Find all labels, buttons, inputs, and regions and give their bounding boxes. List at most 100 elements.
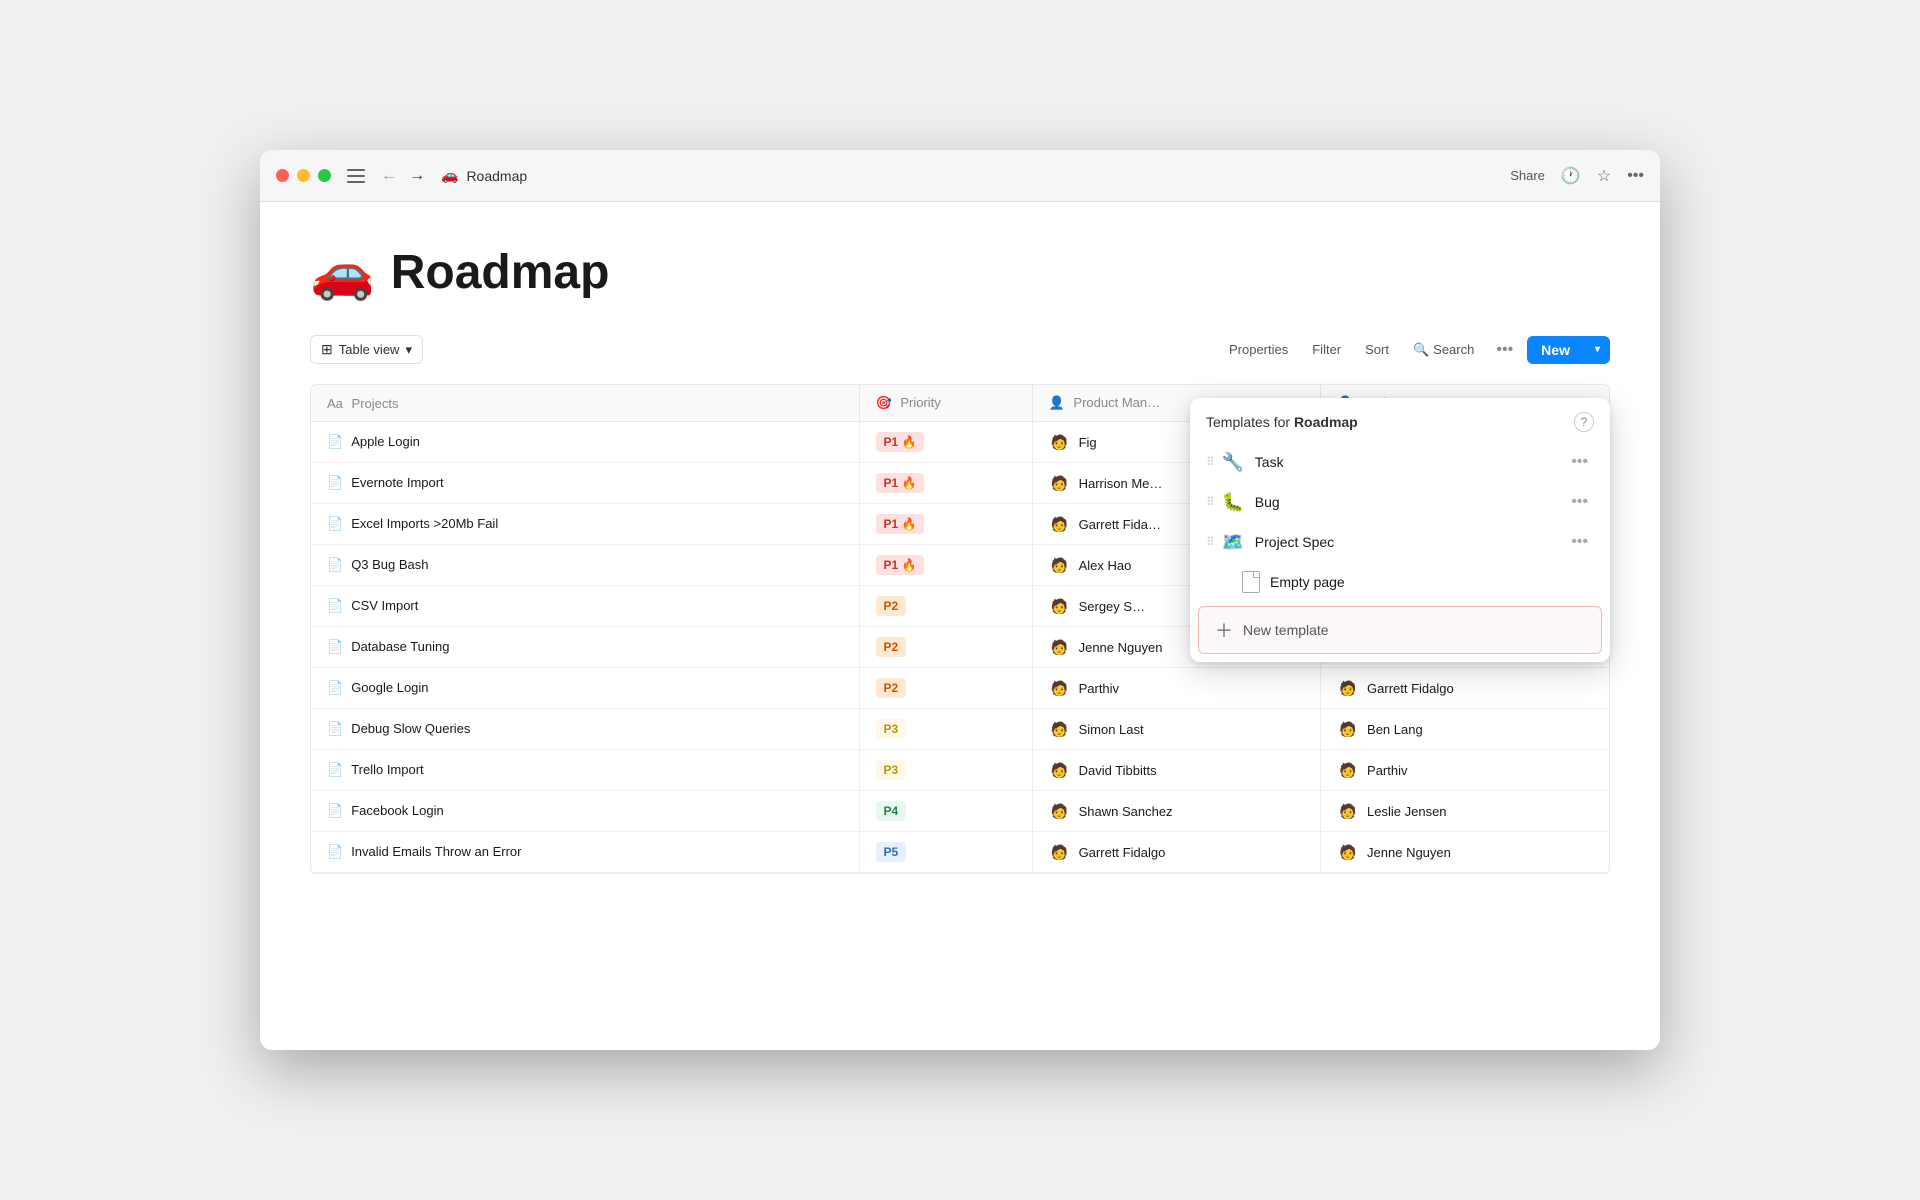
assignee-cell: 🧑Jenne Nguyen [1337, 841, 1593, 863]
empty-page-icon [1242, 571, 1260, 593]
priority-badge: P3 [876, 719, 907, 739]
templates-title: Templates for Roadmap [1206, 414, 1358, 430]
row-icon: 📄 [327, 844, 343, 859]
priority-badge: P2 [876, 596, 907, 616]
view-toggle-button[interactable]: ⊞ Table view ▾ [310, 335, 423, 364]
row-name: Trello Import [351, 762, 423, 777]
row-name: CSV Import [351, 598, 418, 613]
col-header-priority-label: Priority [900, 395, 940, 410]
page-title: Roadmap [391, 245, 610, 300]
bug-more-icon[interactable]: ••• [1565, 491, 1594, 513]
view-toggle-label: Table view [339, 342, 400, 357]
avatar: 🧑 [1049, 554, 1071, 576]
chevron-down-icon: ▾ [405, 342, 412, 358]
avatar: 🧑 [1337, 677, 1359, 699]
new-template-label: New template [1243, 622, 1329, 638]
row-name: Q3 Bug Bash [351, 557, 428, 572]
main-content: 🚗 Roadmap ⊞ Table view ▾ Properties Filt… [260, 202, 1660, 1050]
history-icon[interactable]: 🕐 [1561, 166, 1581, 186]
row-icon: 📄 [327, 803, 343, 818]
avatar: 🧑 [1049, 800, 1071, 822]
close-button[interactable] [276, 169, 289, 182]
avatar: 🧑 [1049, 595, 1071, 617]
pm-name: Simon Last [1079, 722, 1144, 737]
pm-cell: 🧑Simon Last [1049, 718, 1304, 740]
maximize-button[interactable] [318, 169, 331, 182]
col-header-priority[interactable]: 🎯 Priority [859, 385, 1032, 422]
pm-name: Sergey S… [1079, 599, 1145, 614]
row-name: Database Tuning [351, 639, 449, 654]
titlebar-actions: Share 🕐 ☆ ••• [1510, 166, 1644, 186]
table-row[interactable]: 📄 Debug Slow Queries P3 🧑Simon Last 🧑Ben Lan… [311, 709, 1609, 750]
app-window: ← → 🚗 Roadmap Share 🕐 ☆ ••• 🚗 Roadmap ⊞ … [260, 150, 1660, 1050]
table-row[interactable]: 📄Invalid Emails Throw an ErrorP5🧑Garrett… [311, 832, 1609, 873]
row-name: Evernote Import [351, 475, 444, 490]
empty-page-label: Empty page [1270, 574, 1594, 590]
more-icon[interactable]: ••• [1627, 167, 1644, 185]
row-icon: 📄 [327, 516, 343, 531]
table-row[interactable]: 📄Google LoginP2🧑Parthiv🧑Garrett Fidalgo [311, 668, 1609, 709]
priority-badge: P5 [876, 842, 907, 862]
assignee-name: Leslie Jensen [1367, 804, 1447, 819]
pm-cell: 🧑 Shawn Sanchez [1049, 800, 1304, 822]
new-template-row[interactable]: ＋ New template [1198, 606, 1602, 654]
priority-badge: P2 [876, 637, 907, 657]
table-row[interactable]: 📄Facebook LoginP4🧑Shawn Sanchez🧑Leslie J… [311, 791, 1609, 832]
heading-icon: 🚗 [310, 242, 375, 303]
assignee-cell: 🧑Ben Lang [1337, 718, 1593, 740]
template-item-task[interactable]: ⠿ 🔧 Task ••• [1190, 442, 1610, 482]
templates-help-button[interactable]: ? [1574, 412, 1594, 432]
row-icon: 📄 [327, 721, 343, 736]
page-icon: 🚗 [441, 167, 458, 184]
template-item-bug[interactable]: ⠿ 🐛 Bug ••• [1190, 482, 1610, 522]
back-button[interactable]: ← [377, 165, 401, 187]
project-spec-more-icon[interactable]: ••• [1565, 531, 1594, 553]
pm-name: Shawn Sanchez [1079, 804, 1173, 819]
col-header-pm-label: Product Man… [1073, 395, 1160, 410]
properties-button[interactable]: Properties [1221, 337, 1296, 362]
new-btn-caret-icon[interactable]: ▾ [1585, 344, 1610, 355]
pm-col-icon: 👤 [1049, 395, 1065, 410]
sort-button[interactable]: Sort [1357, 337, 1397, 362]
pm-name: Garrett Fidalgo [1079, 845, 1166, 860]
row-name: Excel Imports >20Mb Fail [351, 516, 498, 531]
assignee-name: Garrett Fidalgo [1367, 681, 1454, 696]
task-more-icon[interactable]: ••• [1565, 451, 1594, 473]
pm-name: Fig [1079, 435, 1097, 450]
pm-cell: 🧑Parthiv [1049, 677, 1304, 699]
pm-name: Garrett Fida… [1079, 517, 1161, 532]
table-row[interactable]: 📄Trello ImportP3🧑David Tibbitts🧑Parthiv [311, 750, 1609, 791]
star-icon[interactable]: ☆ [1597, 166, 1611, 186]
col-header-projects[interactable]: Aa Projects [311, 385, 859, 422]
pm-cell: 🧑David Tibbitts [1049, 759, 1304, 781]
priority-badge: P2 [876, 678, 907, 698]
templates-header: Templates for Roadmap ? [1190, 398, 1610, 442]
project-spec-template-icon: 🗺️ [1221, 532, 1245, 553]
avatar: 🧑 [1049, 513, 1071, 535]
bug-template-label: Bug [1255, 494, 1565, 510]
assignee-cell: 🧑Parthiv [1337, 759, 1593, 781]
table-view-icon: ⊞ [321, 341, 333, 358]
row-name: Invalid Emails Throw an Error [351, 844, 521, 859]
row-icon: 📄 [327, 639, 343, 654]
titlebar: ← → 🚗 Roadmap Share 🕐 ☆ ••• [260, 150, 1660, 202]
drag-handle-icon: ⠿ [1206, 455, 1215, 469]
toolbar-more-icon[interactable]: ••• [1490, 337, 1519, 363]
filter-button[interactable]: Filter [1304, 337, 1349, 362]
menu-icon[interactable] [347, 169, 365, 183]
template-item-empty-page[interactable]: Empty page [1190, 562, 1610, 602]
row-icon: 📄 [327, 434, 343, 449]
forward-button[interactable]: → [405, 165, 429, 187]
pm-name: Parthiv [1079, 681, 1119, 696]
priority-badge: P3 [876, 760, 907, 780]
share-button[interactable]: Share [1510, 168, 1545, 183]
priority-badge: P1 🔥 [876, 432, 925, 452]
new-button[interactable]: New ▾ [1527, 336, 1610, 364]
template-item-project-spec[interactable]: ⠿ 🗺️ Project Spec ••• [1190, 522, 1610, 562]
drag-handle-icon: ⠿ [1206, 535, 1215, 549]
row-name: Debug Slow Queries [351, 721, 470, 736]
row-icon: 📄 [327, 598, 343, 613]
minimize-button[interactable] [297, 169, 310, 182]
search-button[interactable]: 🔍 Search [1405, 337, 1482, 363]
breadcrumb: 🚗 Roadmap [441, 167, 527, 184]
